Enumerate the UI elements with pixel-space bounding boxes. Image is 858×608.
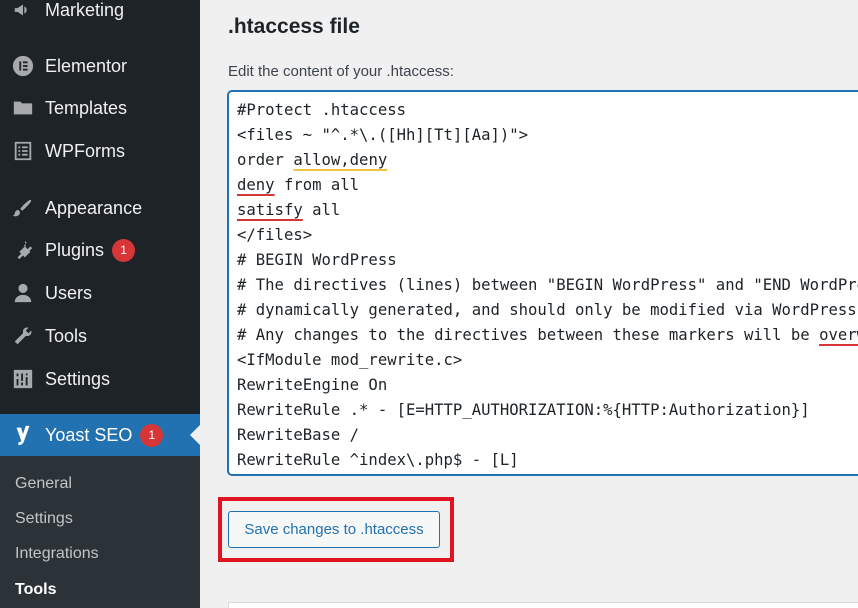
paintbrush-icon: [11, 196, 35, 220]
code-line: <IfModule mod_rewrite.c>: [237, 351, 463, 369]
code-line: RewriteRule ^index\.php$ - [L]: [237, 451, 519, 469]
code-line: <files ~ "^.*\.([Hh][Tt][Aa])">: [237, 126, 529, 144]
plug-icon: [11, 238, 35, 262]
sidebar-item-label: Marketing: [45, 0, 125, 20]
sidebar-item-label: Appearance: [45, 197, 143, 218]
yoast-icon: [11, 423, 35, 447]
submenu-item-tools[interactable]: Tools: [15, 581, 56, 599]
htaccess-textarea[interactable]: #Protect .htaccess <files ~ "^.*\.([Hh][T…: [228, 91, 858, 475]
yoast-notification-badge: 1: [140, 423, 164, 447]
active-menu-arrow: [190, 425, 200, 445]
wpforms-icon: [11, 139, 35, 163]
sidebar-item-settings[interactable]: Settings: [0, 359, 200, 399]
elementor-icon: [11, 54, 35, 78]
sidebar-item-label: WPForms: [45, 140, 125, 161]
sidebar-item-tools[interactable]: Tools: [0, 316, 200, 356]
sidebar-item-label: Yoast SEO: [45, 424, 133, 445]
submenu-item-integrations[interactable]: Integrations: [15, 545, 99, 563]
code-line: # BEGIN WordPress: [237, 251, 397, 269]
code-line: # Any changes to the directives between …: [237, 326, 858, 344]
sidebar-item-label: Templates: [45, 97, 128, 118]
main-content: .htaccess file Edit the content of your …: [200, 0, 858, 608]
code-line: satisfy all: [237, 201, 341, 219]
code-line: RewriteEngine On: [237, 376, 388, 394]
sidebar-item-label: Tools: [45, 325, 88, 346]
sidebar-item-wpforms[interactable]: WPForms: [0, 131, 200, 171]
sidebar-item-elementor[interactable]: Elementor: [0, 46, 200, 86]
code-line: #Protect .htaccess: [237, 101, 406, 119]
sidebar-item-label: Users: [45, 282, 93, 303]
megaphone-icon: [11, 0, 35, 22]
save-htaccess-button[interactable]: Save changes to .htaccess: [228, 511, 440, 548]
sidebar-item-label: Plugins: [45, 239, 105, 260]
code-line: RewriteRule .* - [E=HTTP_AUTHORIZATION:%…: [237, 401, 810, 419]
code-line: </files>: [237, 226, 313, 244]
sliders-icon: [11, 367, 35, 391]
submenu-item-settings[interactable]: Settings: [15, 510, 73, 528]
page-title: .htaccess file: [228, 15, 360, 38]
admin-sidebar: Marketing Elementor Templates WPForms Ap…: [0, 0, 200, 608]
sidebar-item-plugins[interactable]: Plugins 1: [0, 230, 200, 270]
sidebar-item-label: Elementor: [45, 55, 128, 76]
submenu-item-general[interactable]: General: [15, 475, 72, 493]
sidebar-item-marketing[interactable]: Marketing: [0, 0, 200, 30]
code-line: RewriteBase /: [237, 426, 360, 444]
sidebar-item-appearance[interactable]: Appearance: [0, 188, 200, 228]
user-icon: [11, 281, 35, 305]
sidebar-item-users[interactable]: Users: [0, 273, 200, 313]
folder-icon: [11, 96, 35, 120]
next-section-card: [228, 602, 858, 608]
yoast-submenu: General Settings Integrations Tools: [0, 456, 200, 608]
sidebar-item-yoast-seo[interactable]: Yoast SEO 1: [0, 414, 200, 456]
code-line: deny from all: [237, 176, 360, 194]
plugins-update-badge: 1: [112, 238, 136, 262]
htaccess-code: #Protect .htaccess <files ~ "^.*\.([Hh][T…: [237, 98, 858, 473]
wrench-icon: [11, 324, 35, 348]
code-line: # dynamically generated, and should only…: [237, 301, 857, 319]
code-line: order allow,deny: [237, 151, 388, 169]
sidebar-item-label: Settings: [45, 368, 111, 389]
sidebar-item-templates[interactable]: Templates: [0, 88, 200, 128]
htaccess-editor-label: Edit the content of your .htaccess:: [228, 63, 454, 80]
code-line: # The directives (lines) between "BEGIN …: [237, 276, 858, 294]
